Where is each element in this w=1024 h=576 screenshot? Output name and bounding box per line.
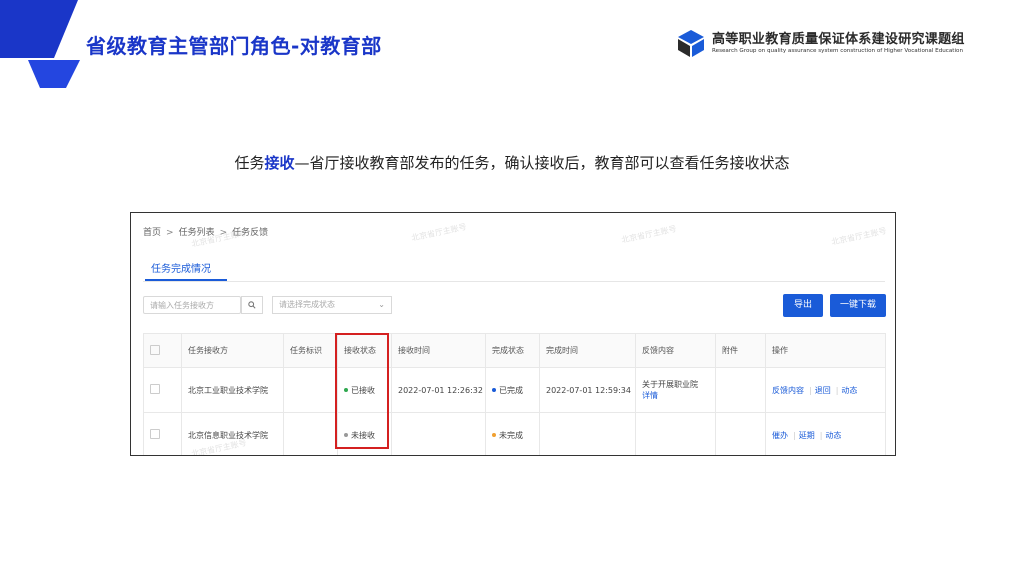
receiver-search-input[interactable]: 请输入任务接收方 [143, 296, 241, 314]
urge-button[interactable]: 催办 [772, 431, 788, 440]
column-header: 完成时间 [539, 333, 636, 368]
attachment-cell [715, 412, 766, 455]
row-select-cell[interactable] [143, 412, 182, 455]
activity-button[interactable]: 动态 [825, 431, 841, 440]
logo-english-text: Research Group on quality assurance syst… [712, 48, 964, 54]
complete-status-text: 已完成 [499, 385, 523, 395]
breadcrumb-task-list[interactable]: 任务列表 [179, 228, 215, 238]
research-group-logo: 高等职业教育质量保证体系建设研究课题组 Research Group on qu… [676, 26, 996, 60]
select-placeholder: 请选择完成状态 [279, 300, 335, 309]
tab-divider [143, 281, 885, 282]
actions-cell: 反馈内容 | 退回 | 动态 [765, 367, 886, 413]
checkbox[interactable] [150, 344, 160, 355]
cube-logo-icon [678, 30, 704, 57]
task-id-cell [283, 412, 338, 455]
table-row: 北京工业职业技术学院 已接收 2022-07-01 12:26:32 已完成 2… [143, 367, 886, 413]
column-header: 附件 [715, 333, 766, 368]
complete-status-cell: 未完成 [485, 412, 540, 455]
table-row: 北京信息职业技术学院 未接收 未完成 催办 | 延期 | 动态 [143, 412, 886, 455]
subtitle-prefix: 任务 [234, 154, 265, 172]
slide-title: 省级教育主管部门角色-对教育部 [86, 34, 382, 58]
breadcrumb-separator: > [219, 228, 228, 238]
actions-cell: 催办 | 延期 | 动态 [765, 412, 886, 455]
receiver-cell: 北京信息职业技术学院 [181, 412, 284, 455]
task-table: 任务接收方 任务标识 接收状态 接收时间 完成状态 完成时间 反馈内容 附件 操… [143, 333, 886, 455]
checkbox[interactable] [150, 429, 160, 439]
receive-status-highlight-box [335, 333, 389, 449]
column-header: 操作 [765, 333, 886, 368]
task-feedback-screen: 北京省厅主账号 北京省厅主账号 北京省厅主账号 北京省厅主账号 北京省厅主账号 … [130, 212, 896, 456]
breadcrumb-home[interactable]: 首页 [143, 228, 161, 238]
feedback-detail-link[interactable]: 详情 [642, 391, 658, 400]
logo-chinese-text: 高等职业教育质量保证体系建设研究课题组 [712, 32, 965, 47]
column-header: 接收时间 [391, 333, 486, 368]
column-header: 任务接收方 [181, 333, 284, 368]
column-header: 完成状态 [485, 333, 540, 368]
export-button[interactable]: 导出 [783, 294, 823, 317]
breadcrumb-separator: > [166, 228, 174, 238]
search-icon [248, 300, 256, 309]
download-all-button[interactable]: 一键下载 [830, 294, 886, 317]
row-select-cell[interactable] [143, 367, 182, 413]
complete-status-cell: 已完成 [485, 367, 540, 413]
feedback-cell [635, 412, 716, 455]
status-dot [492, 433, 496, 437]
subtitle-highlight: 接收 [264, 154, 295, 172]
feedback-text: 关于开展职业院 [642, 380, 698, 389]
column-header: 反馈内容 [635, 333, 716, 368]
return-button[interactable]: 退回 [815, 386, 831, 395]
watermark: 北京省厅主账号 [410, 222, 468, 243]
completion-status-select[interactable]: 请选择完成状态 ⌄ [272, 296, 392, 314]
search-button[interactable] [241, 296, 263, 314]
receiver-cell: 北京工业职业技术学院 [181, 367, 284, 413]
view-feedback-button[interactable]: 反馈内容 [772, 386, 804, 395]
breadcrumb-task-feedback: 任务反馈 [232, 228, 269, 238]
receive-time-cell: 2022-07-01 12:26:32 [391, 367, 486, 413]
subtitle-rest: —省厅接收教育部发布的任务，确认接收后，教育部可以查看任务接收状态 [294, 154, 790, 172]
task-id-cell [283, 367, 338, 413]
decorative-shape [0, 0, 80, 88]
complete-time-cell: 2022-07-01 12:59:34 [539, 367, 636, 413]
watermark: 北京省厅主账号 [620, 224, 678, 245]
column-header: 任务标识 [283, 333, 338, 368]
breadcrumb: 首页 > 任务列表 > 任务反馈 [143, 225, 268, 238]
extend-button[interactable]: 延期 [799, 431, 815, 440]
checkbox[interactable] [150, 384, 160, 394]
complete-status-text: 未完成 [499, 430, 523, 440]
chevron-down-icon: ⌄ [378, 300, 385, 309]
watermark: 北京省厅主账号 [830, 226, 888, 247]
status-dot [492, 388, 496, 392]
receive-time-cell [391, 412, 486, 455]
table-header-row: 任务接收方 任务标识 接收状态 接收时间 完成状态 完成时间 反馈内容 附件 操… [143, 333, 886, 368]
complete-time-cell [539, 412, 636, 455]
feedback-cell: 关于开展职业院 详情 [635, 367, 716, 413]
select-all-cell[interactable] [143, 333, 182, 368]
attachment-cell [715, 367, 766, 413]
slide-subtitle: 任务接收—省厅接收教育部发布的任务，确认接收后，教育部可以查看任务接收状态 [0, 152, 1024, 173]
tab-task-completion[interactable]: 任务完成情况 [151, 260, 211, 275]
activity-button[interactable]: 动态 [841, 386, 857, 395]
